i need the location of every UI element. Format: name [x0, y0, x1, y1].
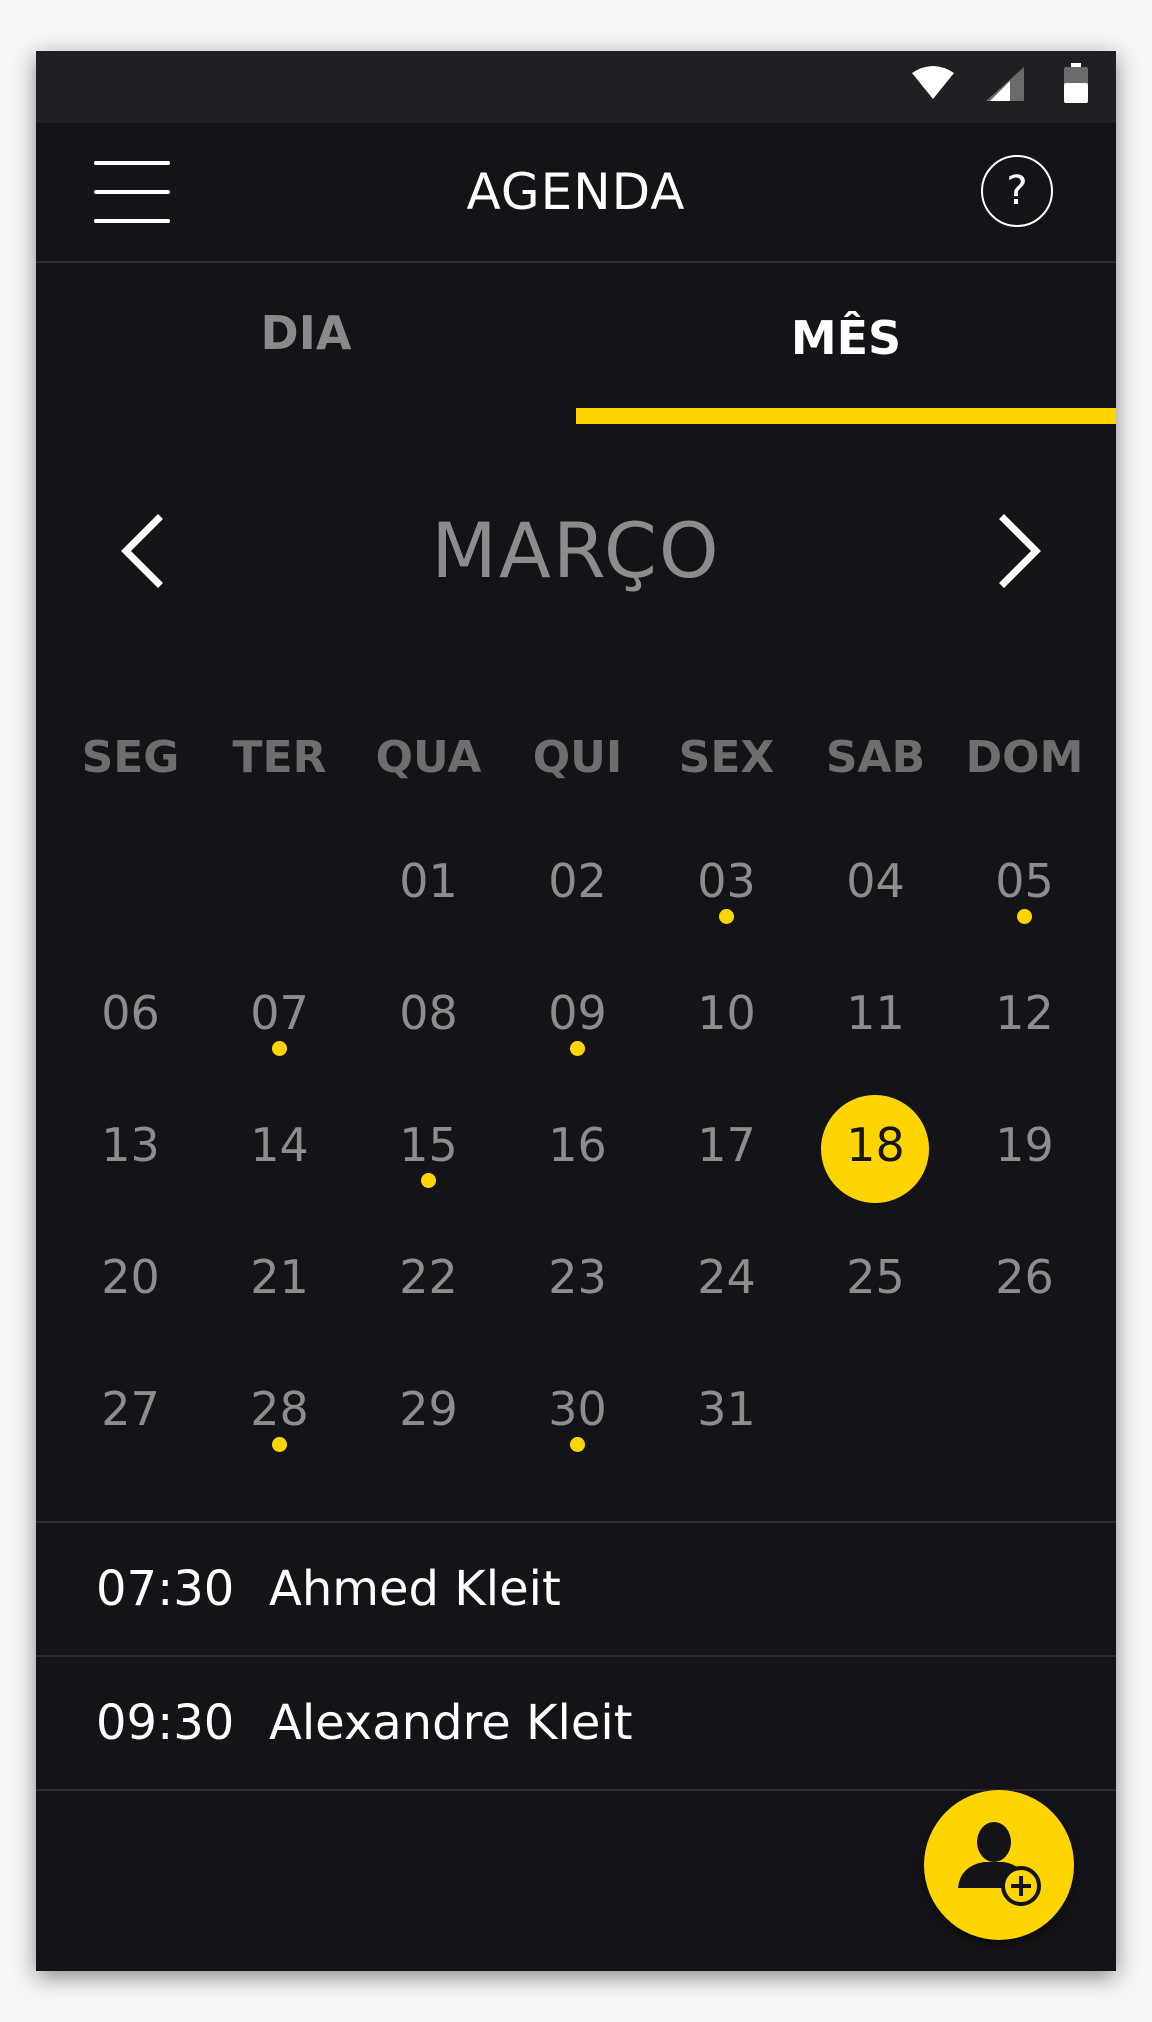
app-screen: AGENDA ? DIA MÊS MARÇO SEG TER QUA QUI S…	[36, 51, 1116, 1971]
calendar-day[interactable]: 30	[503, 1339, 652, 1471]
day-number: 10	[697, 986, 756, 1040]
calendar-day[interactable]: 20	[56, 1207, 205, 1339]
day-number: 14	[250, 1118, 309, 1172]
weekday-label: SAB	[825, 732, 926, 783]
event-dot	[570, 1437, 585, 1452]
appointment-name: Ahmed Kleit	[269, 1561, 561, 1617]
tab-mes[interactable]: MÊS	[576, 263, 1116, 428]
calendar-day[interactable]: 16	[503, 1075, 652, 1207]
day-number: 26	[995, 1250, 1054, 1304]
active-tab-indicator	[576, 408, 1116, 424]
day-number: 19	[995, 1118, 1054, 1172]
day-number: 25	[846, 1250, 905, 1304]
calendar-day[interactable]: 21	[205, 1207, 354, 1339]
calendar-day[interactable]: 08	[354, 943, 503, 1075]
event-dot	[272, 1437, 287, 1452]
day-number: 31	[697, 1382, 756, 1436]
appointment-time: 09:30	[96, 1695, 235, 1751]
event-dot	[272, 1041, 287, 1056]
weekday-label: QUA	[375, 732, 482, 783]
month-navigator: MARÇO	[36, 491, 1116, 611]
appointment-list: 07:30 Ahmed Kleit 09:30 Alexandre Kleit	[36, 1521, 1116, 1791]
day-number: 21	[250, 1250, 309, 1304]
calendar-day[interactable]: 14	[205, 1075, 354, 1207]
appointment-item[interactable]: 09:30 Alexandre Kleit	[36, 1657, 1116, 1791]
calendar-day[interactable]: 24	[652, 1207, 801, 1339]
page-title: AGENDA	[466, 163, 686, 221]
day-number: 04	[846, 854, 905, 908]
day-number: 23	[548, 1250, 607, 1304]
weekday-header: SEG TER QUA QUI SEX SAB DOM	[36, 723, 1116, 793]
day-number: 20	[101, 1250, 160, 1304]
month-title: MARÇO	[431, 506, 721, 595]
calendar-day[interactable]: 26	[950, 1207, 1099, 1339]
weekday-label: DOM	[965, 732, 1084, 783]
appointment-time: 07:30	[96, 1561, 235, 1617]
day-number: 13	[101, 1118, 160, 1172]
calendar-day[interactable]: 22	[354, 1207, 503, 1339]
day-number: 12	[995, 986, 1054, 1040]
add-person-button[interactable]	[924, 1790, 1074, 1940]
help-icon[interactable]: ?	[981, 155, 1053, 227]
day-number: 06	[101, 986, 160, 1040]
day-number: 08	[399, 986, 458, 1040]
event-dot	[421, 1173, 436, 1188]
day-number: 27	[101, 1382, 160, 1436]
day-number: 24	[697, 1250, 756, 1304]
calendar-grid: 01 02 03 04 05 06 07 08 09 10 11 12 13 14 15 16 17 18 19 20…	[36, 811, 1116, 1471]
day-number: 01	[399, 854, 458, 908]
chevron-right-icon[interactable]	[976, 511, 1056, 591]
event-dot	[719, 909, 734, 924]
calendar-day[interactable]: 11	[801, 943, 950, 1075]
calendar-day-selected[interactable]: 18	[801, 1075, 950, 1207]
calendar-day[interactable]: 29	[354, 1339, 503, 1471]
app-bar: AGENDA ?	[36, 123, 1116, 263]
day-number: 29	[399, 1382, 458, 1436]
calendar-day[interactable]: 04	[801, 811, 950, 943]
calendar-day[interactable]: 27	[56, 1339, 205, 1471]
calendar-day[interactable]: 09	[503, 943, 652, 1075]
wifi-icon	[912, 66, 954, 99]
tab-dia[interactable]: DIA	[36, 263, 576, 428]
calendar-day[interactable]: 10	[652, 943, 801, 1075]
calendar-day[interactable]: 02	[503, 811, 652, 943]
calendar-day[interactable]: 19	[950, 1075, 1099, 1207]
weekday-label: SEG	[81, 732, 180, 783]
appointment-name: Alexandre Kleit	[269, 1695, 633, 1751]
day-number: 11	[846, 986, 905, 1040]
calendar-day[interactable]: 25	[801, 1207, 950, 1339]
calendar-day[interactable]: 03	[652, 811, 801, 943]
calendar-day[interactable]: 06	[56, 943, 205, 1075]
appointment-item[interactable]: 07:30 Ahmed Kleit	[36, 1523, 1116, 1657]
add-person-icon	[958, 1822, 1041, 1906]
day-number: 17	[697, 1118, 756, 1172]
event-dot	[570, 1041, 585, 1056]
calendar-day[interactable]: 13	[56, 1075, 205, 1207]
calendar-day[interactable]: 07	[205, 943, 354, 1075]
day-number: 22	[399, 1250, 458, 1304]
event-dot	[1017, 909, 1032, 924]
weekday-label: TER	[232, 732, 327, 783]
day-number: 02	[548, 854, 607, 908]
calendar-day[interactable]: 05	[950, 811, 1099, 943]
calendar-day[interactable]: 15	[354, 1075, 503, 1207]
weekday-label: QUI	[532, 732, 623, 783]
weekday-label: SEX	[678, 732, 775, 783]
calendar-day[interactable]: 12	[950, 943, 1099, 1075]
cell-signal-icon	[986, 67, 1024, 101]
battery-icon	[1064, 63, 1088, 103]
day-number: 16	[548, 1118, 607, 1172]
calendar-day[interactable]: 28	[205, 1339, 354, 1471]
calendar-day[interactable]: 17	[652, 1075, 801, 1207]
status-bar	[36, 51, 1116, 123]
view-tabs: DIA MÊS	[36, 263, 1116, 428]
calendar-day[interactable]: 23	[503, 1207, 652, 1339]
day-number: 18	[846, 1118, 905, 1172]
calendar-day[interactable]: 01	[354, 811, 503, 943]
calendar-day[interactable]: 31	[652, 1339, 801, 1471]
